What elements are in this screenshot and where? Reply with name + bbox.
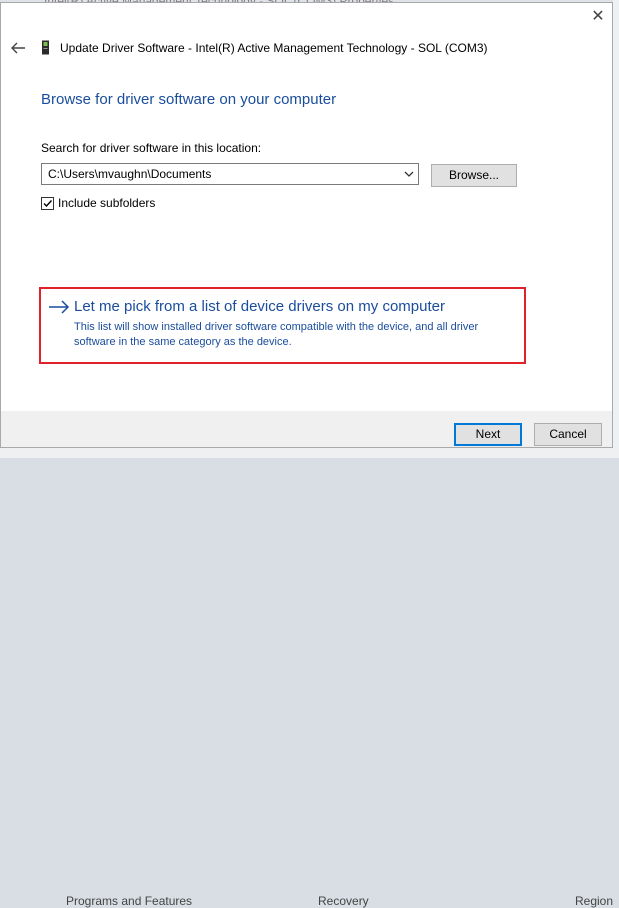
page-heading: Browse for driver software on your compu… xyxy=(41,91,337,108)
device-icon xyxy=(42,40,49,55)
background-item-region: Region xyxy=(575,894,614,908)
background-control-panel-strip: Programs and Features Recovery Region xyxy=(0,448,619,908)
background-window-edge xyxy=(613,0,619,458)
cancel-button[interactable]: Cancel xyxy=(534,423,602,446)
pick-from-list-link[interactable]: Let me pick from a list of device driver… xyxy=(74,298,445,315)
search-location-label: Search for driver software in this locat… xyxy=(41,141,262,155)
path-combobox[interactable]: C:\Users\mvaughn\Documents xyxy=(41,163,419,185)
browse-button[interactable]: Browse... xyxy=(431,164,517,187)
include-subfolders-label[interactable]: Include subfolders xyxy=(58,196,155,210)
dialog-header-title: Update Driver Software - Intel(R) Active… xyxy=(60,41,488,55)
next-button[interactable]: Next xyxy=(454,423,522,446)
right-arrow-icon[interactable] xyxy=(48,299,70,315)
include-subfolders-checkbox[interactable] xyxy=(41,197,54,210)
close-icon[interactable]: ✕ xyxy=(584,5,612,29)
background-item-programs: Programs and Features xyxy=(66,894,193,908)
checkmark-icon xyxy=(43,200,53,208)
background-item-recovery: Recovery xyxy=(318,894,369,908)
path-value[interactable]: C:\Users\mvaughn\Documents xyxy=(48,167,211,181)
pick-from-list-description[interactable]: This list will show installed driver sof… xyxy=(74,320,514,350)
update-driver-dialog: ✕ Update Driver Software - Intel(R) Acti… xyxy=(0,2,613,448)
back-arrow-icon[interactable] xyxy=(9,39,27,57)
chevron-down-icon[interactable] xyxy=(402,167,416,181)
